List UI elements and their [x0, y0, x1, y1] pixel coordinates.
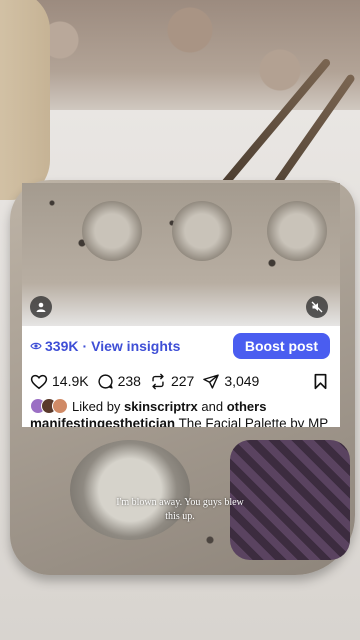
- action-bar: 14.9K 238 227 3,049: [22, 366, 340, 396]
- subtitle-line: I'm blown away. You guys blew: [116, 497, 244, 508]
- separator: ·: [82, 338, 88, 354]
- share-action[interactable]: 3,049: [202, 373, 259, 390]
- post-media[interactable]: [22, 183, 340, 326]
- like-count: 14.9K: [52, 373, 89, 389]
- palette-well: [267, 201, 327, 261]
- insights-bar: 339K · View insights Boost post: [22, 326, 340, 366]
- lamp-base: [0, 0, 50, 200]
- mute-icon[interactable]: [306, 296, 328, 318]
- liked-by-row[interactable]: Liked by skinscriptrx and others: [22, 396, 340, 416]
- caption-username[interactable]: manifestingesthetician: [30, 416, 175, 427]
- view-insights-link[interactable]: View insights: [91, 338, 180, 354]
- comment-count: 238: [117, 373, 141, 389]
- send-icon: [203, 373, 220, 389]
- insights-summary[interactable]: 339K · View insights: [30, 338, 180, 354]
- liked-by-prefix: Liked by: [72, 398, 121, 414]
- repost-icon: [152, 373, 164, 389]
- eye-icon: [30, 342, 42, 350]
- repost-action[interactable]: 227: [149, 373, 194, 390]
- boost-post-button[interactable]: Boost post: [232, 333, 330, 359]
- bookmark-icon: [314, 373, 327, 389]
- liked-by-user[interactable]: skinscriptrx: [124, 399, 198, 414]
- comment-icon: [98, 373, 113, 389]
- save-action[interactable]: [313, 373, 332, 390]
- liked-by-joiner: and: [201, 398, 224, 414]
- view-count: 339K: [45, 338, 79, 354]
- video-subtitle: I'm blown away. You guys blew this up.: [0, 496, 360, 524]
- subtitle-line: this up.: [165, 511, 195, 522]
- post-card: 339K · View insights Boost post 14.9K 23…: [22, 183, 340, 427]
- palette-well: [172, 201, 232, 261]
- repost-count: 227: [170, 373, 195, 389]
- avatar: [52, 398, 68, 414]
- tagged-user-icon[interactable]: [30, 296, 52, 318]
- liker-avatars: [30, 398, 68, 414]
- brick-wall: [0, 0, 360, 120]
- heart-icon: [30, 374, 48, 389]
- like-action[interactable]: 14.9K: [30, 373, 89, 390]
- comment-action[interactable]: 238: [97, 373, 141, 390]
- share-count: 3,049: [224, 373, 260, 389]
- glass-cup: [70, 440, 190, 540]
- liked-by-others[interactable]: others: [227, 399, 267, 414]
- palette-well: [82, 201, 142, 261]
- post-caption[interactable]: manifestingesthetician The Facial Palett…: [22, 416, 340, 427]
